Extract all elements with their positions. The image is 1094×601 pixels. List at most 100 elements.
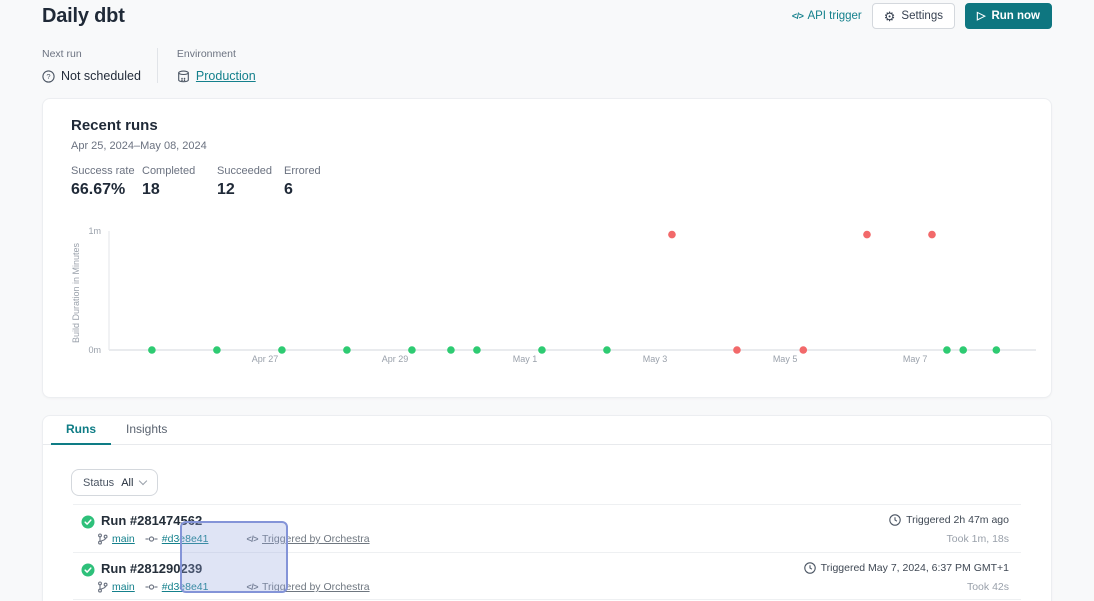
- build-duration-chart[interactable]: 0m 1m Build Duration in Minutes Apr 27 Apr 2…: [43, 219, 1053, 377]
- run-data-point[interactable]: [928, 231, 936, 239]
- run-data-point[interactable]: [148, 346, 156, 354]
- svg-text:May 7: May 7: [903, 354, 928, 364]
- runs-card: Runs Insights Status All Run #281474562: [42, 415, 1052, 601]
- run-data-point[interactable]: [447, 346, 455, 354]
- run-data-point[interactable]: [799, 346, 807, 354]
- run-data-point[interactable]: [943, 346, 951, 354]
- run-title[interactable]: Run #281290239: [101, 561, 202, 576]
- run-data-point[interactable]: [213, 346, 221, 354]
- stat-errored: Errored 6: [284, 165, 321, 199]
- commit-icon: [145, 582, 158, 592]
- svg-text:1m: 1m: [88, 226, 101, 236]
- recent-runs-card: Recent runs Apr 25, 2024–May 08, 2024 Su…: [42, 98, 1052, 398]
- job-meta: Next run ? Not scheduled Environment Pro…: [42, 48, 256, 83]
- trigger-item: </> Triggered by Orchestra: [246, 581, 369, 593]
- tabbar: Runs Insights: [43, 416, 1051, 445]
- stat-succeeded: Succeeded 12: [217, 165, 272, 199]
- tab-runs[interactable]: Runs: [51, 416, 111, 445]
- svg-text:?: ?: [46, 72, 50, 81]
- status-filter-dropdown[interactable]: Status All: [71, 469, 158, 496]
- tab-insights[interactable]: Insights: [111, 416, 182, 445]
- trigger-item: </> Triggered by Orchestra: [246, 533, 369, 545]
- run-meta-right: Triggered May 7, 2024, 6:37 PM GMT+1 Too…: [804, 562, 1009, 593]
- trigger-link[interactable]: Triggered by Orchestra: [262, 533, 370, 545]
- settings-button[interactable]: ⚙ Settings: [872, 3, 955, 29]
- question-circle-icon: ?: [42, 70, 55, 83]
- run-subline: main #d3e8e41 </> Triggered by Orchestra: [97, 581, 370, 593]
- runs-list: Run #281474562 main #d3e8e41: [43, 504, 1051, 600]
- environment-label: Environment: [177, 48, 256, 60]
- run-data-point[interactable]: [733, 346, 741, 354]
- settings-label: Settings: [901, 10, 943, 22]
- run-data-point[interactable]: [959, 346, 967, 354]
- environment-block: Environment Production: [177, 48, 256, 83]
- environment-link[interactable]: Production: [196, 69, 256, 83]
- run-data-point[interactable]: [343, 346, 351, 354]
- run-data-point[interactable]: [603, 346, 611, 354]
- commit-link[interactable]: #d3e8e41: [162, 581, 209, 593]
- recent-runs-date-range: Apr 25, 2024–May 08, 2024: [71, 140, 207, 152]
- commit-icon: [145, 534, 158, 544]
- run-row-1[interactable]: Run #281474562 main #d3e8e41: [73, 504, 1021, 552]
- clock-icon: [889, 514, 901, 526]
- git-branch-icon: [97, 533, 108, 545]
- trigger-link[interactable]: Triggered by Orchestra: [262, 581, 370, 593]
- run-data-point[interactable]: [863, 231, 871, 239]
- run-data-point[interactable]: [538, 346, 546, 354]
- svg-text:Apr 29: Apr 29: [382, 354, 409, 364]
- run-data-point[interactable]: [278, 346, 286, 354]
- stat-success-rate: Success rate 66.67%: [71, 165, 135, 199]
- run-data-point[interactable]: [668, 231, 676, 239]
- svg-text:May 1: May 1: [513, 354, 538, 364]
- topbar: Daily dbt </> API trigger ⚙ Settings ▷ R…: [42, 0, 1052, 32]
- svg-text:May 5: May 5: [773, 354, 798, 364]
- api-trigger-link[interactable]: </> API trigger: [792, 10, 862, 22]
- commit-item: #d3e8e41: [145, 533, 209, 545]
- run-triggered: Triggered May 7, 2024, 6:37 PM GMT+1: [804, 562, 1009, 574]
- play-icon: ▷: [977, 11, 985, 22]
- svg-text:0m: 0m: [88, 345, 101, 355]
- svg-text:Build Duration in Minutes: Build Duration in Minutes: [71, 242, 81, 343]
- recent-runs-title: Recent runs: [71, 117, 158, 134]
- success-check-icon: [81, 563, 95, 577]
- run-subline: main #d3e8e41 </> Triggered by Orchestra: [97, 533, 370, 545]
- status-filter-value: All: [121, 477, 133, 489]
- success-check-icon: [81, 515, 95, 529]
- branch-item: main: [97, 581, 135, 593]
- run-triggered: Triggered 2h 47m ago: [889, 514, 1009, 526]
- status-filter-label: Status: [83, 477, 114, 489]
- run-took: Took 1m, 18s: [889, 533, 1009, 545]
- branch-item: main: [97, 533, 135, 545]
- commit-link[interactable]: #d3e8e41: [162, 533, 209, 545]
- gear-icon: ⚙: [884, 10, 896, 23]
- stat-completed: Completed 18: [142, 165, 195, 199]
- next-run-value: ? Not scheduled: [42, 69, 141, 83]
- api-trigger-label: API trigger: [807, 10, 861, 22]
- environment-value: Production: [177, 69, 256, 83]
- chevron-down-icon: [139, 477, 147, 485]
- run-meta-right: Triggered 2h 47m ago Took 1m, 18s: [889, 514, 1009, 545]
- run-now-button[interactable]: ▷ Run now: [965, 3, 1052, 29]
- code-icon: </>: [246, 582, 258, 592]
- next-run-label: Next run: [42, 48, 141, 60]
- commit-item: #d3e8e41: [145, 581, 209, 593]
- svg-text:May 3: May 3: [643, 354, 668, 364]
- svg-text:Apr 27: Apr 27: [252, 354, 279, 364]
- run-title[interactable]: Run #281474562: [101, 513, 202, 528]
- database-icon: [177, 70, 190, 83]
- git-branch-icon: [97, 581, 108, 593]
- branch-link[interactable]: main: [112, 581, 135, 593]
- next-run-block: Next run ? Not scheduled: [42, 48, 141, 83]
- run-data-point[interactable]: [993, 346, 1001, 354]
- run-row-2[interactable]: Run #281290239 main #d3e8e41: [73, 552, 1021, 600]
- topbar-actions: </> API trigger ⚙ Settings ▷ Run now: [792, 3, 1052, 29]
- clock-icon: [804, 562, 816, 574]
- run-data-point[interactable]: [473, 346, 481, 354]
- branch-link[interactable]: main: [112, 533, 135, 545]
- run-took: Took 42s: [804, 581, 1009, 593]
- meta-divider: [157, 48, 158, 83]
- code-icon: </>: [246, 534, 258, 544]
- chart-canvas: 0m 1m Build Duration in Minutes Apr 27 Apr 2…: [43, 219, 1053, 377]
- run-data-point[interactable]: [408, 346, 416, 354]
- run-now-label: Run now: [991, 10, 1040, 22]
